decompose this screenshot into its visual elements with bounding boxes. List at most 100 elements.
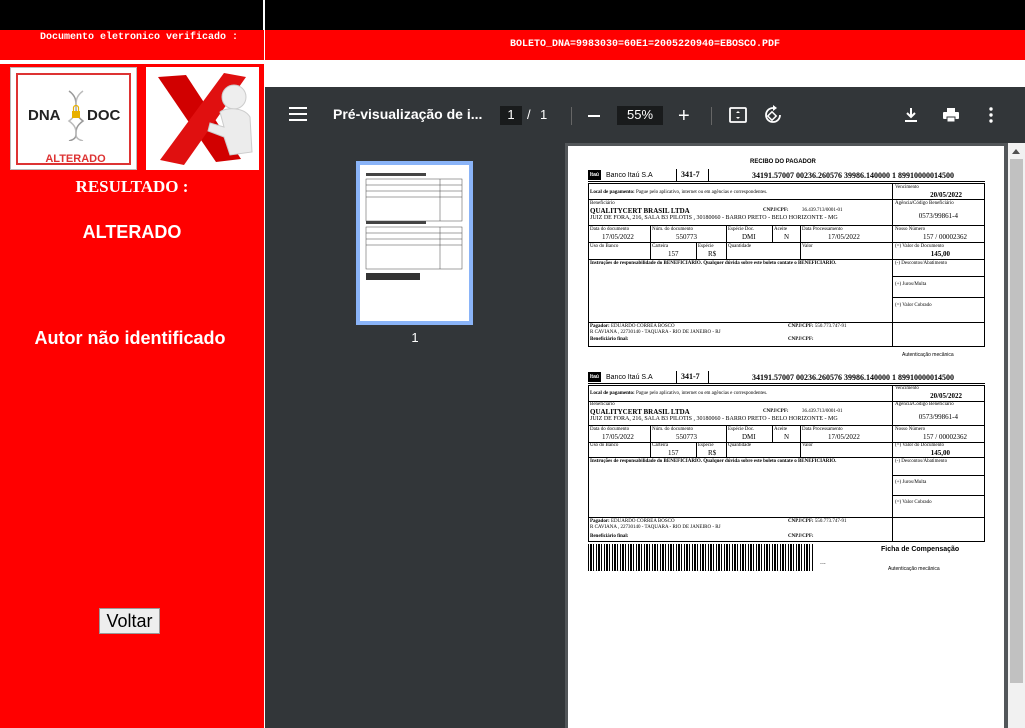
ficha-label: Ficha de Compensação: [881, 546, 960, 553]
valor-label: Valor: [802, 443, 813, 448]
slip-header: Itaú Banco Itaú S.A 341-7 34191.57007 00…: [588, 169, 985, 182]
quantidade-label: Quantidade: [728, 244, 752, 249]
valor-doc-value: 145,00: [930, 449, 950, 457]
dnadoc-logo: DNA DOC ALTERADO: [10, 67, 137, 170]
beneficiario-final-label: Beneficiário final:: [590, 534, 629, 539]
especie-value: R$: [708, 449, 717, 457]
pagador-endereco: R CAVIANA , 22730140 - TAQUARA - RIO DE …: [590, 330, 721, 335]
carteira-label: Carteira: [652, 244, 669, 249]
recibo-title: RECIBO DO PAGADOR: [750, 159, 816, 165]
pdf-viewer: Pré-visualização de i... 1 / 1 55% + 1 R…: [265, 87, 1025, 728]
thumbnail-sidebar: 1: [265, 143, 565, 728]
zoom-out-button[interactable]: [588, 115, 600, 117]
endereco: JUIZ DE FORA, 216, SALA B3 PILOTIS , 301…: [590, 215, 838, 221]
num-doc-value: 550773: [676, 233, 697, 241]
nosso-value: 157 / 00002362: [923, 233, 967, 241]
logo-frame: DNA DOC ALTERADO: [16, 73, 131, 165]
page-separator: /: [527, 107, 531, 122]
descontos-label: (-) Descontos/Abatimento: [895, 261, 948, 266]
pagador-cnpj-value: 550.773.747-91: [814, 324, 847, 329]
agencia-label: Agência/Código Beneficiário: [895, 402, 954, 407]
recibo-slip: Itaú Banco Itaú S.A 341-7 34191.57007 00…: [588, 169, 985, 347]
descontos-label: (-) Descontos/Abatimento: [895, 459, 948, 464]
pagador-label: Pagador:: [590, 324, 610, 329]
back-button[interactable]: Voltar: [99, 608, 160, 634]
zoom-in-button[interactable]: +: [678, 106, 690, 126]
download-icon[interactable]: [901, 105, 921, 125]
toolbar-divider: [571, 107, 572, 125]
especie-doc-value: DMI: [742, 233, 756, 241]
header-divider: [676, 169, 677, 182]
beneficiario-value: QUALITYCERT BRASIL LTDA: [590, 207, 690, 215]
especie-value: R$: [708, 250, 717, 258]
juros-label: (+) Juros/Multa: [895, 480, 927, 485]
local-value: Pague pelo aplicativo, internet ou em ag…: [636, 391, 768, 396]
verified-label: Documento eletronico verificado :: [0, 30, 264, 60]
vencimento-value: 20/05/2022: [930, 191, 962, 199]
uso-banco-label: Uso do Banco: [590, 443, 619, 448]
local-label: Local de pagamento:: [590, 190, 635, 195]
quantidade-label: Quantidade: [728, 443, 752, 448]
logo-dna-text: DNA: [28, 107, 61, 124]
pdf-toolbar: Pré-visualização de i... 1 / 1 55% +: [265, 87, 1025, 143]
uso-banco-label: Uso do Banco: [590, 244, 619, 249]
local-label: Local de pagamento:: [590, 391, 635, 396]
instrucoes: Instruções de responsabilidade do BENEFI…: [590, 459, 837, 464]
agencia-label: Agência/Código Beneficiário: [895, 201, 954, 206]
dna-helix-icon: [67, 90, 85, 141]
cnpj-value: 36.439.713/0001-01: [802, 208, 843, 213]
itau-logo: Itaú: [588, 372, 601, 382]
cobrado-label: (=) Valor Cobrado: [895, 303, 932, 308]
data-proc-value: 17/05/2022: [828, 433, 860, 441]
pdf-page: RECIBO DO PAGADOR Itaú Banco Itaú S.A 34…: [568, 146, 1004, 728]
more-icon[interactable]: [981, 105, 1001, 125]
invalid-x-icon: [146, 67, 259, 170]
beneficiario-final-label: Beneficiário final:: [590, 337, 629, 342]
cnpj-label: CNPJ/CPF:: [763, 409, 789, 414]
nosso-value: 157 / 00002362: [923, 433, 967, 441]
result-panel: DNA DOC ALTERADO RESULTADO : ALTERADO Au…: [0, 64, 264, 728]
bank-code: 341-7: [681, 372, 700, 381]
header-divider: [708, 169, 709, 182]
cnpj-value: 36.439.713/0001-01: [802, 409, 843, 414]
data-proc-value: 17/05/2022: [828, 233, 860, 241]
beneficiario-final-cnpj: CNPJ/CPF:: [788, 337, 814, 342]
data-doc-value: 17/05/2022: [602, 433, 634, 441]
barcode-dots: ...: [820, 559, 826, 566]
zoom-input[interactable]: 55%: [617, 106, 663, 125]
aceite-value: N: [784, 433, 790, 441]
carteira-label: Carteira: [652, 443, 669, 448]
instrucoes: Instruções de responsabilidade do BENEFI…: [590, 261, 837, 266]
bank-code: 341-7: [681, 170, 700, 179]
ficha-slip: Itaú Banco Itaú S.A 341-7 34191.57007 00…: [588, 371, 985, 546]
aceite-value: N: [784, 233, 790, 241]
valor-doc-value: 145,00: [930, 250, 950, 258]
bank-name: Banco Itaú S.A: [606, 374, 653, 381]
result-value: ALTERADO: [82, 222, 182, 242]
itau-logo: Itaú: [588, 170, 601, 180]
print-icon[interactable]: [941, 105, 961, 125]
valor-label: Valor: [802, 244, 813, 249]
logo-doc-text: DOC: [87, 107, 121, 124]
bank-name: Banco Itaú S.A: [606, 172, 653, 179]
author-status: Autor não identificado: [34, 328, 226, 348]
page-number-input[interactable]: 1: [500, 106, 522, 125]
pagador-value: EDUARDO CORREA BOSCO: [610, 519, 675, 524]
fit-page-icon[interactable]: [728, 105, 748, 125]
page-total: 1: [540, 107, 548, 122]
scroll-up-arrow-icon[interactable]: [1012, 149, 1020, 154]
page-thumbnail[interactable]: [356, 161, 473, 325]
carteira-value: 157: [668, 250, 679, 258]
agencia-value: 0573/99861-4: [918, 212, 958, 220]
scrollbar-thumb[interactable]: [1010, 159, 1023, 683]
agencia-value: 0573/99861-4: [918, 413, 958, 421]
rotate-icon[interactable]: [763, 105, 783, 125]
digitable-line: 34191.57007 00236.260576 39986.140000 1 …: [752, 171, 954, 180]
top-divider: [263, 0, 265, 30]
result-title: RESULTADO :: [75, 177, 189, 196]
especie-doc-value: DMI: [742, 433, 756, 441]
menu-icon[interactable]: [289, 107, 307, 121]
beneficiario-value: QUALITYCERT BRASIL LTDA: [590, 408, 690, 416]
cnpj-label: CNPJ/CPF:: [763, 208, 789, 213]
pagador-endereco: R CAVIANA , 22730140 - TAQUARA - RIO DE …: [590, 525, 721, 530]
